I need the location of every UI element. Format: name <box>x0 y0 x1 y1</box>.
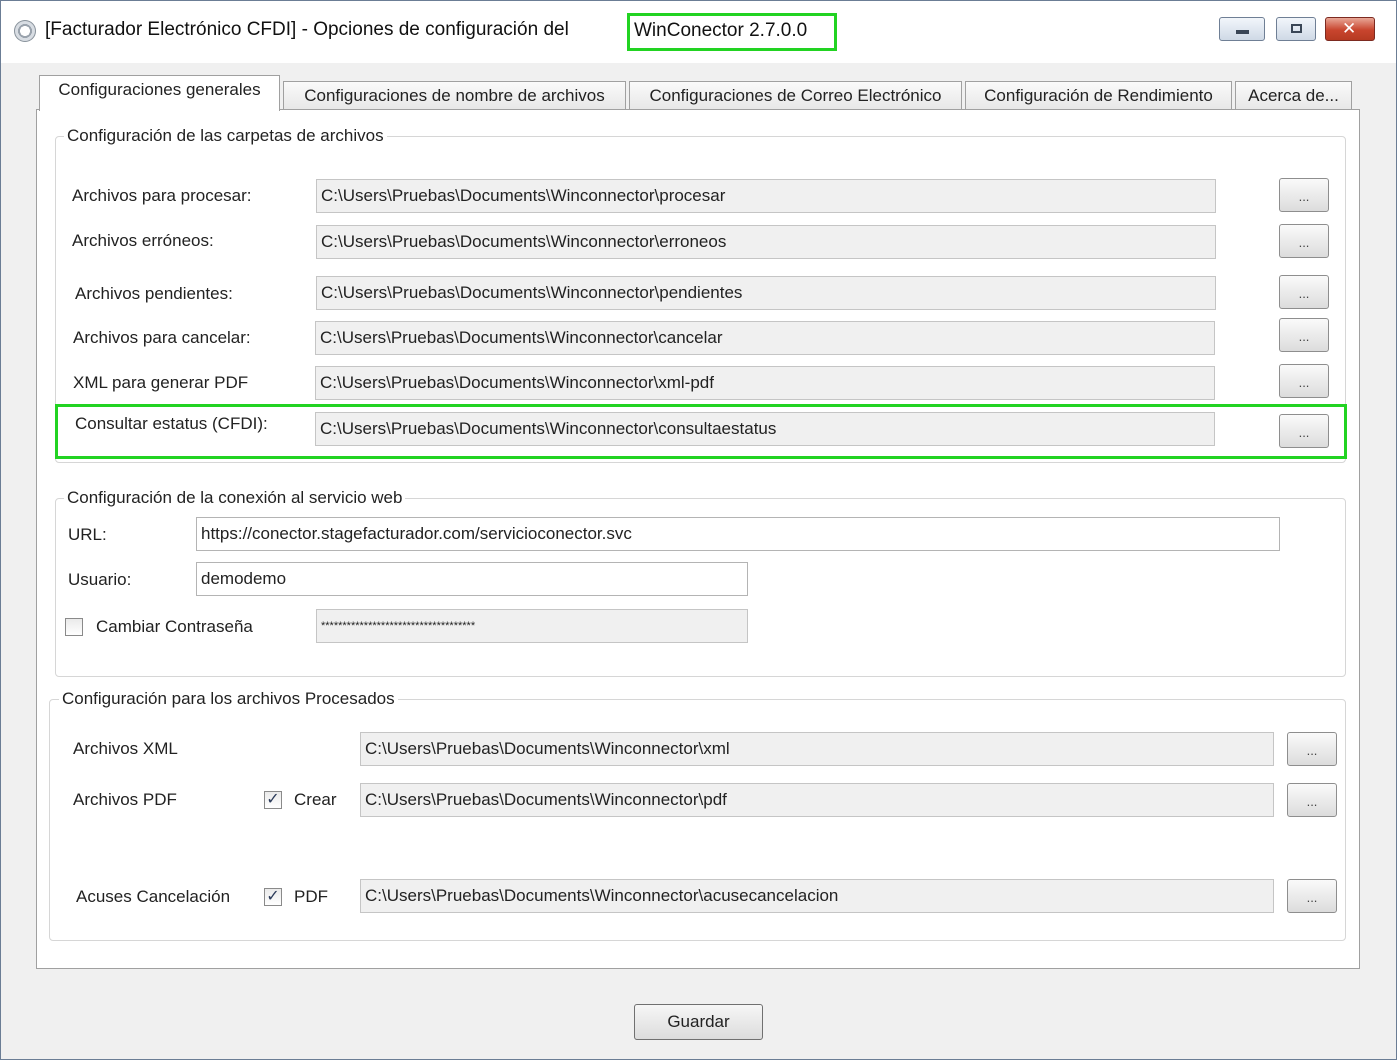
browse-consultar-estatus-button[interactable]: ... <box>1279 414 1329 448</box>
field-erroneos[interactable]: C:\Users\Pruebas\Documents\Winconnector\… <box>316 225 1216 259</box>
label-cancelar: Archivos para cancelar: <box>73 328 251 347</box>
tab-rendimiento[interactable]: Configuración de Rendimiento <box>965 81 1232 111</box>
field-pendientes[interactable]: C:\Users\Pruebas\Documents\Winconnector\… <box>316 276 1216 310</box>
label-change-password: Cambiar Contraseña <box>96 617 253 636</box>
label-erroneos: Archivos erróneos: <box>72 231 214 250</box>
label-archivos-xml: Archivos XML <box>73 739 178 758</box>
browse-erroneos-button[interactable]: ... <box>1279 224 1329 258</box>
url-input[interactable]: https://conector.stagefacturador.com/ser… <box>196 517 1280 551</box>
tab-nombre-archivos[interactable]: Configuraciones de nombre de archivos <box>283 81 626 111</box>
tab-configuraciones-generales[interactable]: Configuraciones generales <box>39 75 280 111</box>
window-title: [Facturador Electrónico CFDI] - Opciones… <box>45 19 569 40</box>
config-window: [Facturador Electrónico CFDI] - Opciones… <box>0 0 1397 1060</box>
browse-cancelar-button[interactable]: ... <box>1279 318 1329 352</box>
field-xml-pdf[interactable]: C:\Users\Pruebas\Documents\Winconnector\… <box>315 366 1215 400</box>
label-consultar-estatus: Consultar estatus (CFDI): <box>75 414 268 433</box>
label-usuario: Usuario: <box>68 570 132 589</box>
field-procesar[interactable]: C:\Users\Pruebas\Documents\Winconnector\… <box>316 179 1216 213</box>
label-url: URL: <box>68 525 107 544</box>
user-input[interactable]: demodemo <box>196 562 748 596</box>
field-archivos-xml[interactable]: C:\Users\Pruebas\Documents\Winconnector\… <box>360 732 1274 766</box>
tab-acerca-de[interactable]: Acerca de... <box>1235 81 1352 111</box>
browse-pendientes-button[interactable]: ... <box>1279 275 1329 309</box>
title-bar[interactable]: [Facturador Electrónico CFDI] - Opciones… <box>1 1 1396 63</box>
label-pendientes: Archivos pendientes: <box>75 284 233 303</box>
label-xml-pdf: XML para generar PDF <box>73 373 249 392</box>
minimize-button[interactable] <box>1219 17 1265 41</box>
field-cancelar[interactable]: C:\Users\Pruebas\Documents\Winconnector\… <box>315 321 1215 355</box>
label-procesar: Archivos para procesar: <box>72 186 252 205</box>
label-crear: Crear <box>294 790 337 809</box>
folders-group-title: Configuración de las carpetas de archivo… <box>64 126 387 146</box>
label-pdf: PDF <box>294 887 328 906</box>
browse-xml-pdf-button[interactable]: ... <box>1279 364 1329 398</box>
label-acuses-cancelacion: Acuses Cancelación <box>76 887 231 906</box>
processed-group-title: Configuración para los archivos Procesad… <box>59 689 398 709</box>
field-archivos-pdf[interactable]: C:\Users\Pruebas\Documents\Winconnector\… <box>360 783 1274 817</box>
browse-pdf-button[interactable]: ... <box>1287 783 1337 817</box>
window-title-version: WinConector 2.7.0.0 <box>627 13 837 51</box>
password-input[interactable]: ************************************ <box>316 609 748 643</box>
tab-correo-electronico[interactable]: Configuraciones de Correo Electrónico <box>629 81 962 111</box>
browse-xml-button[interactable]: ... <box>1287 732 1337 766</box>
browse-cancelacion-button[interactable]: ... <box>1287 879 1337 913</box>
field-acuses-cancelacion[interactable]: C:\Users\Pruebas\Documents\Winconnector\… <box>360 879 1274 913</box>
maximize-button[interactable] <box>1276 17 1316 41</box>
label-archivos-pdf: Archivos PDF <box>73 790 177 809</box>
browse-procesar-button[interactable]: ... <box>1279 178 1329 212</box>
app-gear-icon <box>14 20 36 42</box>
change-password-checkbox[interactable] <box>65 618 83 636</box>
close-button[interactable] <box>1325 17 1375 41</box>
cancel-pdf-checkbox[interactable]: ✓ <box>264 888 282 906</box>
create-pdf-checkbox[interactable]: ✓ <box>264 791 282 809</box>
webservice-group-title: Configuración de la conexión al servicio… <box>64 488 406 508</box>
save-button[interactable]: Guardar <box>634 1004 763 1040</box>
field-consultar-estatus[interactable]: C:\Users\Pruebas\Documents\Winconnector\… <box>315 412 1215 446</box>
